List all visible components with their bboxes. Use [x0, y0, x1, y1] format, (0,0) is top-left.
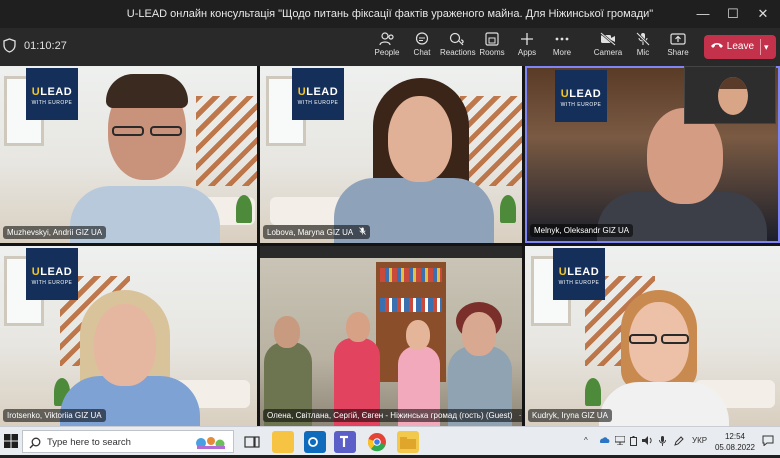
- people-label: People: [374, 48, 400, 57]
- cloud-icon[interactable]: [598, 436, 610, 446]
- chat-label: Chat: [413, 48, 431, 57]
- close-button[interactable]: ✕: [748, 4, 778, 24]
- network-icon[interactable]: [614, 435, 626, 447]
- share-label: Share: [667, 48, 689, 57]
- mic-off-icon: [626, 32, 660, 46]
- participant-name: Lobova, Maryna GIZ UA: [263, 225, 371, 239]
- mic-button[interactable]: Mic: [626, 32, 660, 64]
- search-icon: [29, 436, 41, 454]
- people-button[interactable]: People: [370, 32, 404, 64]
- participant-tile[interactable]: ULEAD WITH EUROPE Muzhevskyi, Andrii GIZ…: [0, 66, 257, 243]
- minimize-button[interactable]: —: [688, 4, 718, 24]
- shield-icon: [3, 38, 16, 58]
- participant-name: Irotsenko, Viktoriia GIZ UA: [3, 409, 106, 422]
- camera-label: Camera: [593, 48, 623, 57]
- people-icon: [370, 32, 404, 46]
- participant-name: Muzhevskyi, Andrii GIZ UA: [3, 226, 107, 239]
- clock-time: 12:54: [724, 432, 746, 441]
- more-button[interactable]: More: [545, 32, 579, 64]
- language-indicator[interactable]: УКР: [692, 436, 707, 445]
- share-button[interactable]: Share: [661, 32, 695, 64]
- apps-label: Apps: [517, 48, 537, 57]
- search-highlight-icon: [193, 434, 229, 455]
- notifications-icon[interactable]: [762, 435, 774, 448]
- title-bar: U-LEAD онлайн консультація "Щодо питань …: [0, 0, 780, 28]
- chevron-up-icon[interactable]: ^: [584, 436, 588, 445]
- outlook-icon[interactable]: [304, 431, 326, 453]
- window-title: U-LEAD онлайн консультація "Щодо питань …: [126, 8, 654, 20]
- rooms-icon: [475, 32, 509, 46]
- ulead-logo: ULEAD WITH EUROPE: [553, 248, 605, 300]
- participant-tile[interactable]: ULEAD WITH EUROPE Lobova, Maryna GIZ UA: [260, 66, 522, 243]
- reactions-button[interactable]: Reactions: [440, 32, 476, 64]
- participant-name: Kudryk, Iryna GIZ UA: [528, 409, 613, 422]
- chat-button[interactable]: Chat: [405, 32, 439, 64]
- ulead-logo: ULEAD WITH EUROPE: [292, 68, 344, 120]
- meeting-timer: 01:10:27: [24, 40, 67, 52]
- participant-tile[interactable]: Олена, Світлана, Сергій, Євген - Ніжинсь…: [260, 246, 522, 426]
- meeting-toolbar: 01:10:27 People Chat Reactions Rooms App…: [0, 28, 780, 66]
- pen-icon[interactable]: [674, 436, 684, 448]
- more-options-button[interactable]: ···: [519, 411, 522, 420]
- participant-name: Олена, Світлана, Сергій, Євген - Ніжинсь…: [263, 409, 522, 422]
- chrome-icon[interactable]: [366, 431, 388, 453]
- self-video: [718, 77, 748, 115]
- file-explorer-icon[interactable]: [397, 431, 419, 453]
- chevron-down-icon[interactable]: ▾: [764, 35, 769, 59]
- ulead-logo: ULEAD WITH EUROPE: [26, 68, 78, 120]
- participant-tile[interactable]: ULEAD WITH EUROPE Kudryk, Iryna GIZ UA: [525, 246, 780, 426]
- taskbar: Type here to search ^ УКР 12:54 05.08.20: [0, 426, 780, 455]
- teams-icon[interactable]: [334, 431, 356, 453]
- reactions-label: Reactions: [440, 48, 476, 57]
- leave-label: Leave: [726, 41, 755, 52]
- self-view[interactable]: [684, 66, 776, 124]
- camera-off-icon: [591, 32, 625, 46]
- leave-divider: [760, 39, 761, 55]
- phone-hangup-icon: [710, 41, 724, 52]
- rooms-button[interactable]: Rooms: [475, 32, 509, 64]
- system-clock[interactable]: 12:54 05.08.2022: [712, 431, 758, 453]
- mic-off-icon: [359, 227, 366, 237]
- battery-icon[interactable]: [630, 436, 637, 448]
- rooms-label: Rooms: [479, 48, 505, 57]
- maximize-button[interactable]: ☐: [718, 4, 748, 24]
- ulead-logo: ULEAD WITH EUROPE: [26, 248, 78, 300]
- windows-start-icon[interactable]: [4, 434, 18, 453]
- apps-icon: [510, 32, 544, 46]
- task-view-icon[interactable]: [241, 431, 263, 453]
- apps-button[interactable]: Apps: [510, 32, 544, 64]
- sticky-notes-icon[interactable]: [272, 431, 294, 453]
- search-placeholder: Type here to search: [47, 437, 131, 448]
- leave-button[interactable]: Leave ▾: [704, 35, 776, 59]
- participant-tile[interactable]: ULEAD WITH EUROPE Irotsenko, Viktoriia G…: [0, 246, 257, 426]
- share-icon: [661, 32, 695, 46]
- ulead-logo: ULEAD WITH EUROPE: [555, 70, 607, 122]
- camera-button[interactable]: Camera: [591, 32, 625, 64]
- more-icon: [545, 32, 579, 46]
- volume-icon[interactable]: [642, 436, 653, 447]
- mic-label: Mic: [636, 48, 650, 57]
- mic-tray-icon[interactable]: [659, 436, 666, 448]
- clock-date: 05.08.2022: [714, 443, 756, 452]
- leave-main[interactable]: Leave: [710, 35, 754, 59]
- more-label: More: [552, 48, 572, 57]
- reactions-icon: [440, 32, 474, 46]
- chat-icon: [405, 32, 439, 46]
- participant-name: Melnyk, Oleksandr GIZ UA: [530, 224, 634, 237]
- video-grid: ULEAD WITH EUROPE Muzhevskyi, Andrii GIZ…: [0, 66, 780, 426]
- taskbar-search[interactable]: Type here to search: [22, 430, 234, 453]
